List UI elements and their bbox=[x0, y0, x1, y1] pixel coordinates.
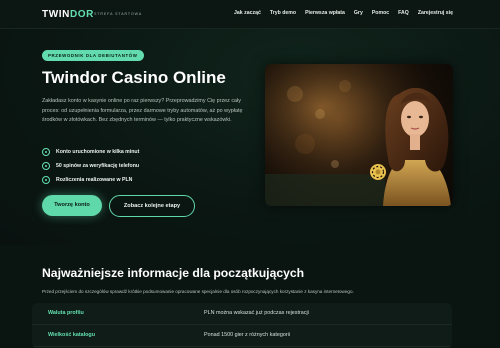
hero-badge: PRZEWODNIK DLA DEBIUTANTÓW bbox=[42, 50, 144, 61]
table-row: Wielkość katalogu Ponad 1500 gier z różn… bbox=[32, 325, 452, 347]
info-section-title: Najważniejsze informacje dla początkując… bbox=[42, 266, 305, 280]
check-circle-icon bbox=[42, 162, 50, 170]
logo-main: TWIN bbox=[42, 9, 70, 20]
logo[interactable]: TWINDOR bbox=[42, 9, 94, 20]
site-header: TWINDOR STREFA STARTOWA Jak zacząć Tryb … bbox=[0, 0, 500, 29]
info-table: Waluta profilu PLN można wskazać już pod… bbox=[32, 303, 452, 348]
info-section-description: Przed przejściem do szczegółów sprawdź k… bbox=[42, 289, 354, 294]
table-row-label: Wielkość katalogu bbox=[48, 332, 95, 338]
logo-accent: DOR bbox=[69, 9, 94, 20]
feature-label: Rozliczenia realizowane w PLN bbox=[56, 177, 133, 183]
table-row: Waluta profilu PLN można wskazać już pod… bbox=[32, 303, 452, 325]
feature-item: Rozliczenia realizowane w PLN bbox=[42, 176, 132, 184]
hero-title: Twindor Casino Online bbox=[42, 68, 226, 87]
table-row-value: Ponad 1500 gier z różnych kategorii bbox=[204, 332, 291, 338]
nav-help[interactable]: Pomoc bbox=[372, 10, 389, 16]
nav-demo-mode[interactable]: Tryb demo bbox=[270, 10, 296, 16]
nav-games[interactable]: Gry bbox=[354, 10, 363, 16]
feature-label: 50 spinów za weryfikację telefonu bbox=[56, 163, 140, 169]
check-circle-icon bbox=[42, 176, 50, 184]
table-row-label: Waluta profilu bbox=[48, 310, 84, 316]
casino-woman-illustration bbox=[265, 64, 453, 206]
table-row-value: PLN można wskazać już podczas rejestracj… bbox=[204, 310, 309, 316]
feature-item: 50 spinów za weryfikację telefonu bbox=[42, 162, 139, 170]
nav-how-to-start[interactable]: Jak zacząć bbox=[234, 10, 261, 16]
feature-item: Konto uruchomione w kilka minut bbox=[42, 148, 139, 156]
check-circle-icon bbox=[42, 148, 50, 156]
create-account-button[interactable]: Tworzę konto bbox=[42, 195, 102, 216]
hero-image bbox=[265, 64, 453, 206]
nav-register[interactable]: Zarejestruj się bbox=[418, 10, 453, 16]
nav-first-deposit[interactable]: Pierwsza wpłata bbox=[305, 10, 345, 16]
see-next-steps-button[interactable]: Zobacz kolejne etapy bbox=[109, 195, 195, 217]
feature-label: Konto uruchomione w kilka minut bbox=[56, 149, 140, 155]
nav-faq[interactable]: FAQ bbox=[398, 10, 409, 16]
main-nav: Jak zacząć Tryb demo Pierwsza wpłata Gry… bbox=[234, 10, 453, 16]
tagline: STREFA STARTOWA bbox=[94, 12, 143, 16]
hero-intro: Zakładasz konto w kasynie online po raz … bbox=[42, 98, 243, 124]
